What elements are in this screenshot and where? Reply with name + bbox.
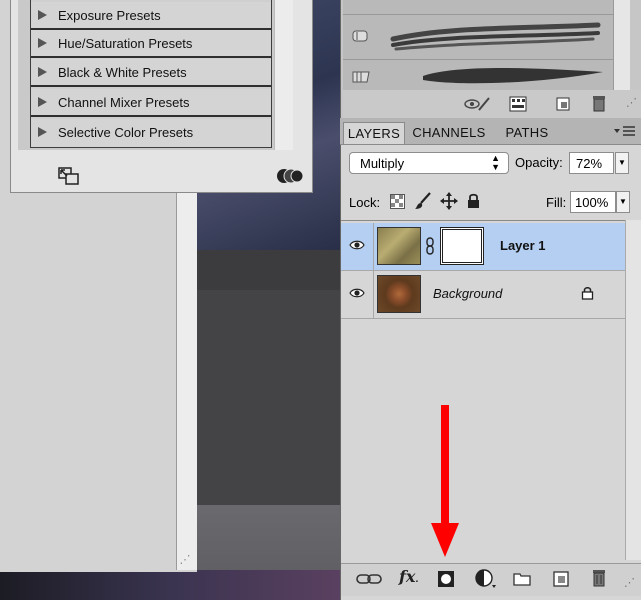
panel-menu-icon[interactable] [613,124,637,138]
brushes-toolbar: ⋰ [343,90,641,118]
brush-preset-list [343,0,613,90]
tab-paths[interactable]: PATHS [497,122,557,144]
disclosure-triangle-icon[interactable] [38,127,47,137]
preset-channel-mixer[interactable]: Channel Mixer Presets [31,89,271,117]
disclosure-triangle-icon[interactable] [38,97,47,107]
toggle-brush-preview-icon[interactable] [463,96,493,112]
resize-grip-icon[interactable]: ⋰ [626,96,637,109]
adjustment-layer-icon[interactable] [475,569,497,589]
layers-panel-tabbar: LAYERS CHANNELS PATHS [340,118,641,145]
new-brush-icon[interactable] [555,96,571,112]
brush-grid-icon[interactable] [509,96,527,112]
layer-list: Layer 1 Background [341,220,625,561]
layer-thumbnail[interactable] [377,227,421,265]
blend-mode-select[interactable]: Multiply ▲ ▼ [349,152,509,174]
preset-black-white[interactable]: Black & White Presets [31,59,271,87]
folder-icon[interactable] [513,571,531,586]
preset-label: Channel Mixer Presets [58,95,190,110]
fx-icon[interactable]: fx. [399,567,419,586]
layer-mask-thumbnail[interactable] [440,227,484,265]
brush-row[interactable] [343,15,613,60]
tab-channels[interactable]: CHANNELS [408,122,490,144]
return-to-list-icon[interactable] [58,167,80,185]
lock-image-pixels-icon[interactable] [414,192,432,210]
layer-thumbnail[interactable] [377,275,421,313]
layer-name[interactable]: Layer 1 [500,238,546,253]
chain-link-icon[interactable] [425,237,435,255]
layers-bottom-toolbar: fx. ⋰ [341,563,641,596]
resize-grip-icon[interactable]: ⋰ [178,553,192,567]
opacity-input[interactable]: 72% [569,152,614,174]
lock-all-icon[interactable] [466,193,481,209]
blend-mode-value: Multiply [360,156,405,171]
disclosure-triangle-icon[interactable] [38,67,47,77]
fill-label: Fill: [546,195,567,210]
disclosure-triangle-icon[interactable] [38,38,47,48]
brush-row[interactable] [343,0,613,15]
preset-label: Selective Color Presets [58,125,194,140]
brush-stroke-preview [423,68,603,84]
presets-list: Exposure Presets Hue/Saturation Presets … [30,0,272,148]
opacity-dropdown-icon[interactable]: ▼ [615,152,629,174]
add-mask-icon[interactable] [437,570,455,588]
preset-selective-color[interactable]: Selective Color Presets [31,119,271,147]
preset-label: Hue/Saturation Presets [58,36,193,51]
visibility-toggle[interactable] [341,223,374,270]
fill-input[interactable]: 100% [570,191,616,213]
annotation-arrow-icon [431,405,459,557]
preset-label: Black & White Presets [58,65,187,80]
new-layer-icon[interactable] [553,570,569,587]
layer-row-background[interactable]: Background [341,271,625,319]
presets-scrollbar[interactable] [274,0,293,150]
preset-label: Exposure Presets [58,8,161,23]
layer-list-scrollbar[interactable] [625,220,641,560]
eye-icon [349,240,365,250]
canvas-dark-area-2 [195,290,340,510]
lock-transparent-pixels-icon[interactable] [390,194,405,209]
tab-layers[interactable]: LAYERS [343,122,405,144]
lock-position-icon[interactable] [440,192,458,210]
layer-row-layer-1[interactable]: Layer 1 [341,223,625,271]
eye-icon [349,288,365,298]
resize-grip-icon[interactable]: ⋰ [624,576,635,589]
brush-tip-icon [352,71,370,83]
clip-to-layer-icon[interactable] [276,166,304,186]
left-window-scrollbar[interactable] [176,190,197,570]
brush-list-scrollbar[interactable] [613,0,630,90]
updown-arrows-icon: ▲ ▼ [491,153,500,172]
lock-label: Lock: [349,195,381,210]
preset-exposure[interactable]: Exposure Presets [31,2,271,30]
disclosure-triangle-icon[interactable] [38,10,47,20]
preset-hue-saturation[interactable]: Hue/Saturation Presets [31,30,271,58]
delete-brush-icon[interactable] [591,94,607,112]
lock-icon [581,287,594,300]
layer-name[interactable]: Background [433,286,502,301]
link-icon[interactable] [356,573,382,585]
opacity-label: Opacity: [515,155,563,170]
trash-icon[interactable] [591,568,607,588]
desktop-wallpaper [0,570,340,600]
brush-tip-icon [352,30,368,42]
brush-stroke-preview [390,22,601,51]
brush-row[interactable] [343,60,613,90]
fill-dropdown-icon[interactable]: ▼ [616,191,630,213]
visibility-toggle[interactable] [341,271,374,318]
